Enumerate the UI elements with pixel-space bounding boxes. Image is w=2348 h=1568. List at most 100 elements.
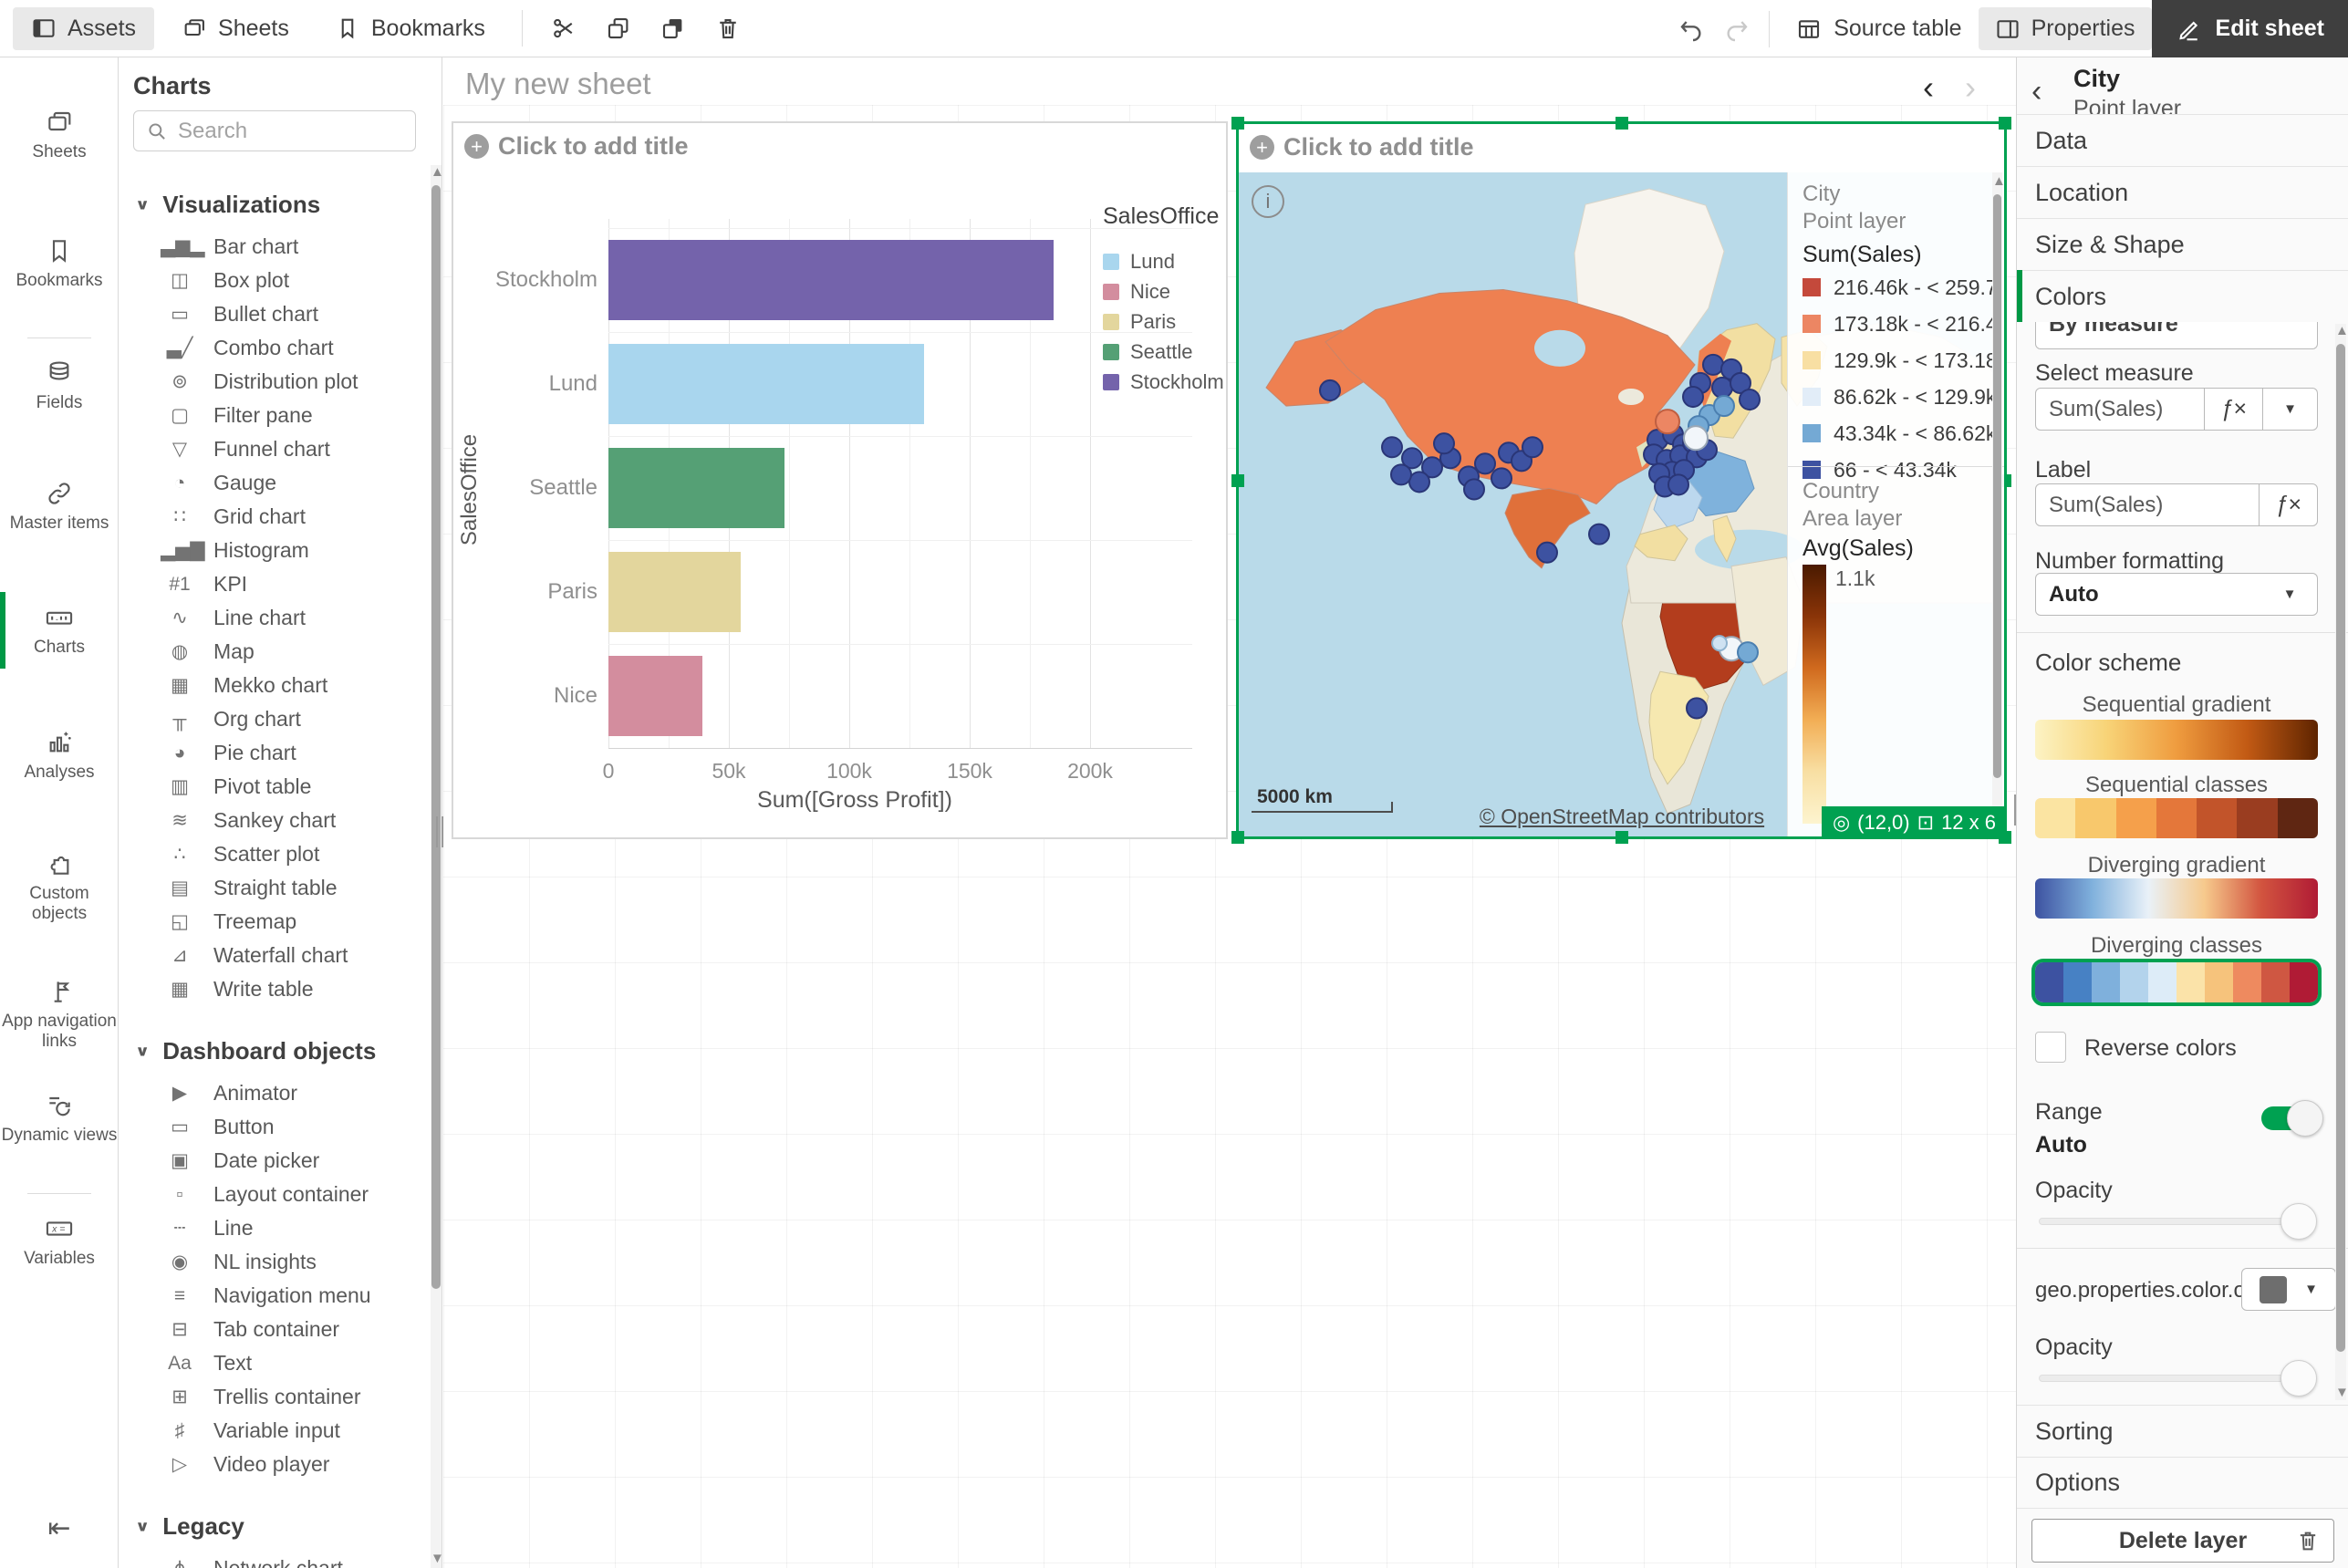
source-table-button[interactable]: Source table bbox=[1779, 7, 1978, 50]
tab-assets[interactable]: Assets bbox=[13, 7, 154, 50]
city-point[interactable] bbox=[1712, 636, 1727, 650]
reverse-colors-checkbox[interactable] bbox=[2035, 1032, 2066, 1063]
asset-item-trellis-container[interactable]: ⊞Trellis container bbox=[119, 1380, 429, 1414]
asset-item-text[interactable]: AaText bbox=[119, 1346, 429, 1380]
delete-layer-button[interactable]: Delete layer bbox=[2031, 1519, 2334, 1563]
asset-item-animator[interactable]: ▶Animator bbox=[119, 1076, 429, 1110]
asset-item-scatter-plot[interactable]: ∴Scatter plot bbox=[119, 837, 429, 871]
bar-paris[interactable] bbox=[608, 552, 741, 632]
section-header-legacy[interactable]: ∨Legacy bbox=[119, 1503, 429, 1552]
asset-item-navigation-menu[interactable]: ≡Navigation menu bbox=[119, 1279, 429, 1313]
sequential-classes-swatch[interactable] bbox=[2035, 798, 2318, 838]
rail-item-dynamic-views[interactable]: Dynamic views bbox=[0, 1091, 119, 1146]
asset-item-layout-container[interactable]: ▫Layout container bbox=[119, 1178, 429, 1211]
copy-button[interactable] bbox=[596, 7, 641, 50]
asset-item-write-table[interactable]: ▦Write table bbox=[119, 972, 429, 1006]
accordion-sorting[interactable]: Sorting bbox=[2017, 1405, 2348, 1457]
city-point[interactable] bbox=[1656, 410, 1679, 433]
rail-item-sheets[interactable]: Sheets bbox=[0, 108, 119, 162]
expression-editor-button[interactable]: ƒ× bbox=[2259, 484, 2317, 525]
asset-item-histogram[interactable]: ▂▅▇Histogram bbox=[119, 534, 429, 567]
measure-dropdown-button[interactable]: ▼ bbox=[2262, 389, 2317, 430]
city-point[interactable] bbox=[1589, 524, 1609, 545]
legend-item-lund[interactable]: Lund bbox=[1103, 246, 1221, 276]
redo-button[interactable] bbox=[1714, 7, 1760, 50]
asset-item-gauge[interactable]: ◔Gauge bbox=[119, 466, 429, 500]
section-header-dashboard-objects[interactable]: ∨Dashboard objects bbox=[119, 1028, 429, 1076]
asset-item-pie-chart[interactable]: ◕Pie chart bbox=[119, 736, 429, 770]
assets-scroll-thumb[interactable] bbox=[431, 185, 441, 1289]
label-value[interactable]: Sum(Sales) bbox=[2036, 484, 2259, 525]
asset-item-waterfall-chart[interactable]: ⊿Waterfall chart bbox=[119, 939, 429, 972]
info-icon[interactable]: i bbox=[1252, 185, 1284, 218]
scroll-down-arrow[interactable]: ▼ bbox=[431, 1553, 442, 1564]
asset-item-pivot-table[interactable]: ▥Pivot table bbox=[119, 770, 429, 804]
map-viewport[interactable]: i 5000 km © OpenStreetMap contributors C… bbox=[1239, 172, 2004, 836]
asset-item-line[interactable]: ┄Line bbox=[119, 1211, 429, 1245]
scroll-down-arrow[interactable]: ▼ bbox=[2335, 1387, 2346, 1398]
city-point[interactable] bbox=[1391, 464, 1411, 484]
city-point[interactable] bbox=[1475, 453, 1495, 473]
osm-attribution-link[interactable]: © OpenStreetMap contributors bbox=[1467, 805, 1777, 829]
asset-item-sankey-chart[interactable]: ≋Sankey chart bbox=[119, 804, 429, 837]
city-point[interactable] bbox=[1712, 378, 1732, 398]
scroll-up-arrow[interactable]: ▲ bbox=[1992, 176, 2002, 187]
section-header-visualizations[interactable]: ∨Visualizations bbox=[119, 182, 429, 230]
asset-item-grid-chart[interactable]: ∷Grid chart bbox=[119, 500, 429, 534]
paste-button[interactable] bbox=[650, 7, 696, 50]
bar-nice[interactable] bbox=[608, 656, 702, 736]
asset-item-map[interactable]: ◍Map bbox=[119, 635, 429, 669]
asset-item-variable-input[interactable]: ♯Variable input bbox=[119, 1414, 429, 1448]
back-chevron[interactable]: ‹ bbox=[2031, 74, 2042, 109]
bar-seattle[interactable] bbox=[608, 448, 784, 528]
legend-item-paris[interactable]: Paris bbox=[1103, 306, 1221, 337]
cut-button[interactable] bbox=[541, 7, 587, 50]
city-point[interactable] bbox=[1434, 433, 1454, 453]
asset-item-nl-insights[interactable]: ◉NL insights bbox=[119, 1245, 429, 1279]
color-mode-dropdown-clipped[interactable]: By measure bbox=[2035, 322, 2318, 349]
bar-chart-title-placeholder[interactable]: + Click to add title bbox=[464, 132, 689, 161]
city-point[interactable] bbox=[1522, 437, 1543, 457]
props-scroll-thumb[interactable] bbox=[2336, 344, 2345, 1352]
city-point[interactable] bbox=[1703, 355, 1723, 375]
rail-item-bookmarks[interactable]: Bookmarks bbox=[0, 236, 119, 291]
sheet-title[interactable]: My new sheet bbox=[465, 67, 651, 101]
scroll-up-arrow[interactable]: ▲ bbox=[431, 167, 442, 178]
asset-item-treemap[interactable]: ◱Treemap bbox=[119, 905, 429, 939]
asset-item-line-chart[interactable]: ∿Line chart bbox=[119, 601, 429, 635]
asset-item-org-chart[interactable]: ╥Org chart bbox=[119, 702, 429, 736]
accordion-colors[interactable]: Colors bbox=[2017, 270, 2348, 322]
collapse-rail-button[interactable]: ⇤ bbox=[0, 1512, 119, 1544]
label-field[interactable]: Sum(Sales) ƒ× bbox=[2035, 483, 2318, 526]
select-measure-value[interactable]: Sum(Sales) bbox=[2036, 389, 2204, 430]
diverging-classes-swatch-selected[interactable] bbox=[2035, 962, 2318, 1002]
city-point[interactable] bbox=[1714, 396, 1734, 416]
rail-item-variables[interactable]: x = Variables bbox=[0, 1214, 119, 1269]
resize-handle-w[interactable] bbox=[1231, 474, 1244, 487]
asset-item-bullet-chart[interactable]: ▭Bullet chart bbox=[119, 297, 429, 331]
range-toggle-on[interactable] bbox=[2261, 1106, 2316, 1130]
city-point[interactable] bbox=[1382, 437, 1402, 457]
asset-item-combo-chart[interactable]: ▃╱Combo chart bbox=[119, 331, 429, 365]
asset-item-straight-table[interactable]: ▤Straight table bbox=[119, 871, 429, 905]
city-point[interactable] bbox=[1409, 472, 1429, 492]
outline-color-dropdown[interactable]: ▼ bbox=[2241, 1268, 2336, 1311]
resize-handle-ne[interactable] bbox=[1999, 117, 2011, 130]
city-point[interactable] bbox=[1320, 380, 1340, 400]
city-point[interactable] bbox=[1738, 642, 1758, 662]
asset-item-network-chart[interactable]: ⋔Network chart bbox=[119, 1552, 429, 1568]
rail-item-charts[interactable]: Charts bbox=[0, 603, 119, 658]
sequential-gradient-swatch[interactable] bbox=[2035, 720, 2318, 760]
assets-scrollbar[interactable]: ▲ ▼ bbox=[431, 165, 442, 1568]
select-measure-field[interactable]: Sum(Sales) ƒ× ▼ bbox=[2035, 388, 2318, 431]
city-point[interactable] bbox=[1537, 543, 1557, 563]
asset-item-kpi[interactable]: #1KPI bbox=[119, 567, 429, 601]
legend-scroll-thumb[interactable] bbox=[1993, 194, 2001, 778]
city-point[interactable] bbox=[1668, 474, 1688, 494]
scroll-up-arrow[interactable]: ▲ bbox=[2335, 326, 2346, 337]
outline-opacity-slider[interactable] bbox=[2039, 1375, 2312, 1382]
rail-item-analyses[interactable]: Analyses bbox=[0, 728, 119, 783]
asset-item-mekko-chart[interactable]: ▦Mekko chart bbox=[119, 669, 429, 702]
asset-item-box-plot[interactable]: ◫Box plot bbox=[119, 264, 429, 297]
search-input[interactable] bbox=[178, 119, 388, 144]
